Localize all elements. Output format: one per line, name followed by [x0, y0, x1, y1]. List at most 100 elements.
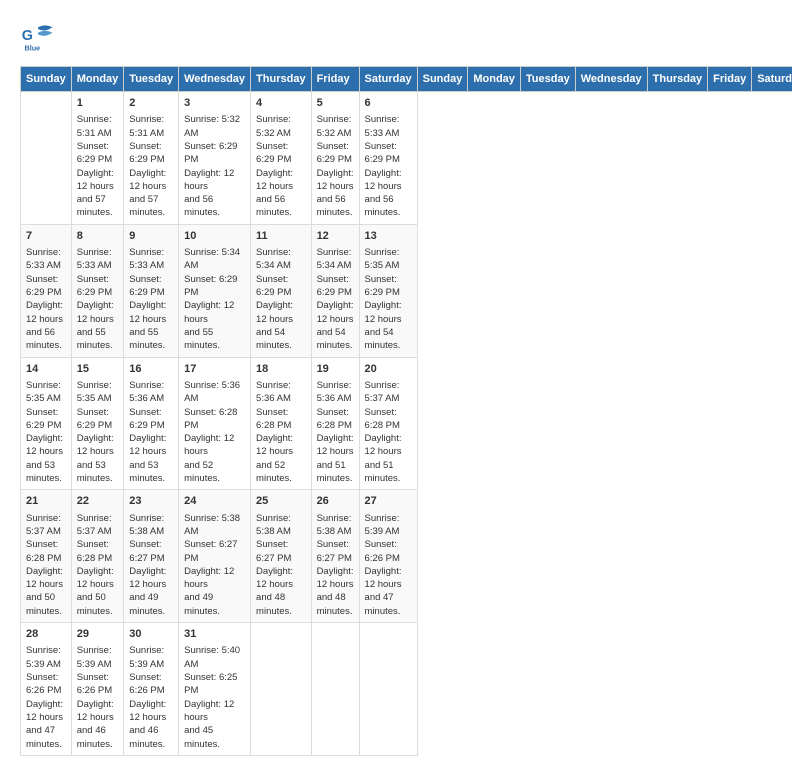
- day-header-wednesday: Wednesday: [179, 67, 251, 92]
- calendar-cell: [311, 623, 359, 756]
- day-info: and 56 minutes.: [26, 326, 66, 353]
- day-number: 6: [365, 96, 412, 111]
- calendar-cell: 5Sunrise: 5:32 AMSunset: 6:29 PMDaylight…: [311, 92, 359, 225]
- calendar-cell: 9Sunrise: 5:33 AMSunset: 6:29 PMDaylight…: [124, 224, 179, 357]
- day-info: Sunrise: 5:38 AM: [256, 512, 306, 539]
- day-info: Daylight: 12 hours: [184, 565, 245, 592]
- day-info: Sunset: 6:29 PM: [129, 406, 173, 433]
- calendar-cell: 31 Sunrise: 5:40 AMSunset: 6:25 PMDayligh…: [179, 623, 251, 756]
- calendar-cell: 4Sunrise: 5:32 AMSunset: 6:29 PMDaylight…: [251, 92, 312, 225]
- day-info: Daylight: 12 hours: [256, 299, 306, 326]
- day-number: 29: [77, 627, 119, 642]
- day-info: Sunrise: 5:37 AM: [77, 512, 119, 539]
- day-info: and 51 minutes.: [317, 459, 354, 486]
- day-info: Sunrise: 5:36 AM: [184, 379, 245, 406]
- day-info: and 56 minutes.: [317, 193, 354, 220]
- day-info: and 56 minutes.: [256, 193, 306, 220]
- day-info: Sunset: 6:29 PM: [365, 140, 412, 167]
- day-number: 15: [77, 362, 119, 377]
- day-info: Daylight: 12 hours: [365, 299, 412, 326]
- day-number: 30: [129, 627, 173, 642]
- day-info: Sunset: 6:28 PM: [26, 538, 66, 565]
- day-info: and 56 minutes.: [365, 193, 412, 220]
- day-info: Daylight: 12 hours: [317, 299, 354, 326]
- day-header-tuesday: Tuesday: [520, 67, 575, 92]
- calendar-cell: 25Sunrise: 5:38 AMSunset: 6:27 PMDayligh…: [251, 490, 312, 623]
- day-number: 12: [317, 229, 354, 244]
- day-info: Sunrise: 5:35 AM: [26, 379, 66, 406]
- day-info: Sunrise: 5:36 AM: [256, 379, 306, 406]
- day-header-monday: Monday: [71, 67, 124, 92]
- calendar-week-5: 28Sunrise: 5:39 AMSunset: 6:26 PMDayligh…: [21, 623, 792, 756]
- calendar-cell: 8Sunrise: 5:33 AMSunset: 6:29 PMDaylight…: [71, 224, 124, 357]
- calendar-cell: 29Sunrise: 5:39 AMSunset: 6:26 PMDayligh…: [71, 623, 124, 756]
- day-info: Daylight: 12 hours: [256, 167, 306, 194]
- day-info: Sunrise: 5:35 AM: [365, 246, 412, 273]
- day-number: 27: [365, 494, 412, 509]
- day-info: Sunset: 6:29 PM: [256, 273, 306, 300]
- calendar-cell: 30Sunrise: 5:39 AMSunset: 6:26 PMDayligh…: [124, 623, 179, 756]
- calendar-cell: 26Sunrise: 5:38 AMSunset: 6:27 PMDayligh…: [311, 490, 359, 623]
- day-info: Sunset: 6:28 PM: [317, 406, 354, 433]
- day-info: Sunset: 6:26 PM: [129, 671, 173, 698]
- day-number: 25: [256, 494, 306, 509]
- calendar-cell: 24Sunrise: 5:38 AMSunset: 6:27 PMDayligh…: [179, 490, 251, 623]
- day-info: and 47 minutes.: [365, 591, 412, 618]
- day-info: Sunset: 6:29 PM: [129, 273, 173, 300]
- page-header: G Blue: [20, 20, 772, 56]
- day-info: and 53 minutes.: [26, 459, 66, 486]
- day-info: Daylight: 12 hours: [129, 432, 173, 459]
- day-header-friday: Friday: [311, 67, 359, 92]
- calendar-cell: 23Sunrise: 5:38 AMSunset: 6:27 PMDayligh…: [124, 490, 179, 623]
- day-number: 16: [129, 362, 173, 377]
- day-info: Sunset: 6:28 PM: [256, 406, 306, 433]
- day-info: Sunset: 6:27 PM: [184, 538, 245, 565]
- day-info: Sunset: 6:29 PM: [129, 140, 173, 167]
- calendar-cell: 2Sunrise: 5:31 AMSunset: 6:29 PMDaylight…: [124, 92, 179, 225]
- day-header-sunday: Sunday: [417, 67, 468, 92]
- day-info: Daylight: 12 hours: [77, 432, 119, 459]
- day-number: 1: [77, 96, 119, 111]
- day-info: Daylight: 12 hours: [317, 565, 354, 592]
- day-info: Daylight: 12 hours: [129, 565, 173, 592]
- day-info: and 53 minutes.: [77, 459, 119, 486]
- day-info: Sunrise: 5:33 AM: [77, 246, 119, 273]
- day-header-monday: Monday: [468, 67, 521, 92]
- day-info: Sunset: 6:29 PM: [77, 406, 119, 433]
- day-info: Sunrise: 5:32 AM: [184, 113, 245, 140]
- day-info: Sunset: 6:29 PM: [184, 273, 245, 300]
- day-info: and 54 minutes.: [317, 326, 354, 353]
- day-info: Daylight: 12 hours: [365, 565, 412, 592]
- day-info: Sunset: 6:29 PM: [184, 140, 245, 167]
- day-info: and 55 minutes.: [184, 326, 245, 353]
- day-number: 31: [184, 627, 245, 642]
- day-info: and 50 minutes.: [77, 591, 119, 618]
- day-info: Sunset: 6:27 PM: [256, 538, 306, 565]
- day-info: Daylight: 12 hours: [184, 698, 245, 725]
- calendar-week-1: 1Sunrise: 5:31 AMSunset: 6:29 PMDaylight…: [21, 92, 792, 225]
- day-info: Sunset: 6:27 PM: [317, 538, 354, 565]
- day-info: and 49 minutes.: [129, 591, 173, 618]
- day-info: and 57 minutes.: [129, 193, 173, 220]
- day-info: Sunset: 6:28 PM: [365, 406, 412, 433]
- calendar-cell: 10Sunrise: 5:34 AMSunset: 6:29 PMDayligh…: [179, 224, 251, 357]
- day-info: and 55 minutes.: [129, 326, 173, 353]
- calendar-header-row: SundayMondayTuesdayWednesdayThursdayFrid…: [21, 67, 792, 92]
- logo: G Blue: [20, 20, 60, 56]
- day-info: Sunrise: 5:34 AM: [256, 246, 306, 273]
- calendar-cell: 6Sunrise: 5:33 AMSunset: 6:29 PMDaylight…: [359, 92, 417, 225]
- calendar-cell: 1Sunrise: 5:31 AMSunset: 6:29 PMDaylight…: [71, 92, 124, 225]
- day-info: Sunset: 6:28 PM: [77, 538, 119, 565]
- day-info: Daylight: 12 hours: [26, 565, 66, 592]
- calendar-cell: 7Sunrise: 5:33 AMSunset: 6:29 PMDaylight…: [21, 224, 72, 357]
- logo-icon: G Blue: [20, 20, 56, 56]
- day-info: Sunset: 6:25 PM: [184, 671, 245, 698]
- day-info: Sunset: 6:29 PM: [317, 273, 354, 300]
- day-info: and 52 minutes.: [184, 459, 245, 486]
- day-info: Sunrise: 5:40 AM: [184, 644, 245, 671]
- day-info: Sunset: 6:29 PM: [77, 273, 119, 300]
- day-info: Daylight: 12 hours: [184, 167, 245, 194]
- day-number: 13: [365, 229, 412, 244]
- day-info: Daylight: 12 hours: [317, 167, 354, 194]
- day-info: Sunrise: 5:34 AM: [317, 246, 354, 273]
